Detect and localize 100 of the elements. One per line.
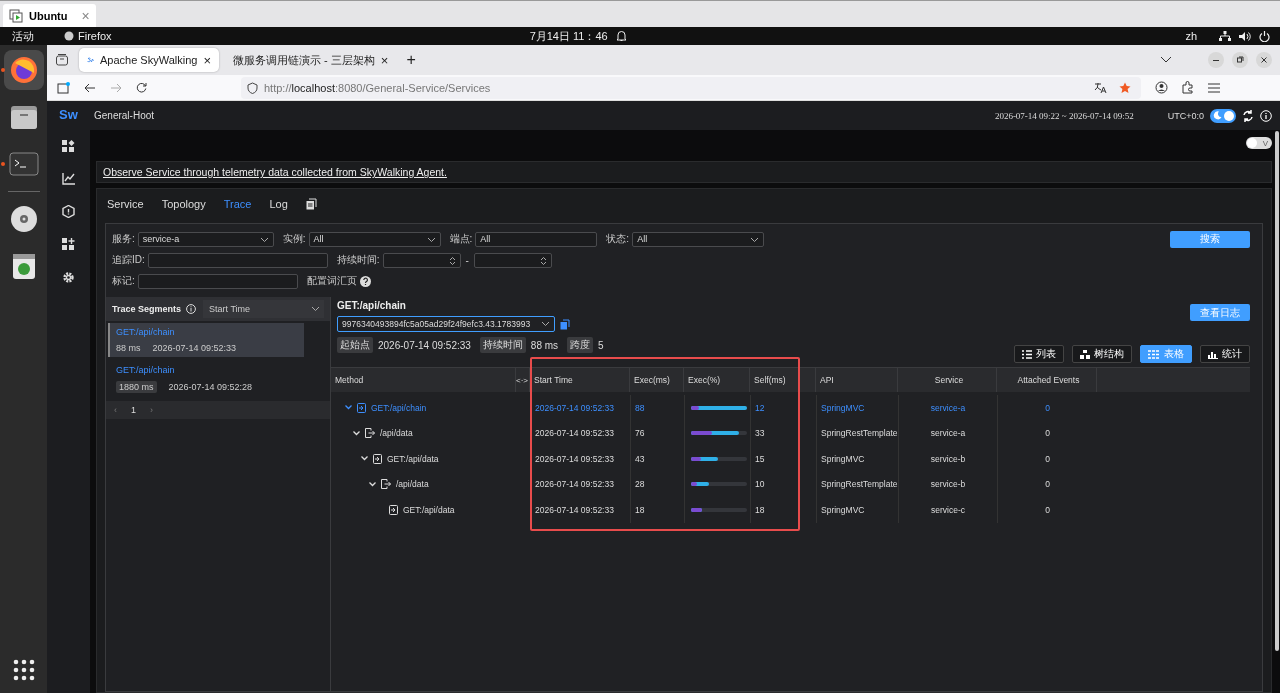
close-button[interactable] xyxy=(1256,52,1272,68)
clock[interactable]: 7月14日 11：46 xyxy=(529,28,608,44)
chevron-down-icon[interactable] xyxy=(1160,56,1172,64)
banner-text[interactable]: Observe Service through telemetry data collected from SkyWalking Agent. xyxy=(103,166,447,178)
sort-select[interactable]: Start Time xyxy=(203,300,324,318)
table-cell: 0 xyxy=(997,471,1097,497)
settings-icon[interactable] xyxy=(62,271,75,284)
menu-icon[interactable] xyxy=(1208,82,1220,93)
segment-item[interactable]: GET:/api/chain 1880 ms 2026-07-14 09:52:28 xyxy=(108,361,304,397)
widgets-icon[interactable] xyxy=(62,238,75,251)
back-icon[interactable] xyxy=(84,82,96,93)
network-icon[interactable] xyxy=(1219,30,1231,42)
star-icon[interactable] xyxy=(1119,81,1131,94)
span-row[interactable]: GET:/api/data 2026-07-14 09:52:33 43 15 SpringMVC service-b 0 xyxy=(331,446,1250,472)
segment-endpoint: GET:/api/chain xyxy=(116,327,176,337)
dashboard-icon[interactable] xyxy=(62,140,75,153)
close-icon[interactable]: × xyxy=(203,52,211,68)
browser-tab[interactable]: Apache SkyWalking × xyxy=(79,48,219,72)
chevron-down-icon[interactable] xyxy=(345,405,352,411)
span-row[interactable]: /api/data 2026-07-14 09:52:33 76 33 SpringRestTemplate service-a 0 xyxy=(331,420,1250,446)
tab-overview-icon[interactable] xyxy=(55,53,69,67)
resize-handle[interactable]: <·> xyxy=(516,368,530,392)
power-icon[interactable] xyxy=(1259,30,1270,42)
close-icon[interactable]: × xyxy=(380,52,389,68)
info-icon[interactable] xyxy=(186,304,197,314)
refresh-icon[interactable] xyxy=(1242,109,1254,122)
address-bar[interactable]: http://localhost:8080/General-Service/Services xyxy=(241,76,1141,99)
volume-icon[interactable] xyxy=(1239,30,1251,42)
column-header: Exec(ms) xyxy=(630,368,684,392)
min-duration-field[interactable] xyxy=(382,252,461,268)
dock-item[interactable] xyxy=(3,50,44,90)
skywalking-logo[interactable]: Sw xyxy=(59,107,78,122)
filter-select[interactable]: All xyxy=(632,231,765,247)
tab[interactable]: Log xyxy=(269,198,288,210)
span-row[interactable]: /api/data 2026-07-14 09:52:33 28 10 SpringRestTemplate service-b 0 xyxy=(331,471,1250,497)
meta-label: 持续时间 xyxy=(479,337,526,353)
trace-id-select[interactable]: 9976340493894fc5a05ad29f24f9efc3.43.1783993 xyxy=(337,316,555,332)
span-row[interactable]: GET:/api/data 2026-07-14 09:52:33 18 18 SpringMVC service-c 0 xyxy=(331,497,1250,523)
table-cell: 2026-07-14 09:52:33 xyxy=(530,471,630,497)
filter-label: 实例: xyxy=(282,232,306,246)
filter-input[interactable]: All xyxy=(475,231,598,247)
filter-select[interactable]: service-a xyxy=(137,231,274,247)
help-icon[interactable] xyxy=(359,275,371,287)
tab[interactable]: Topology xyxy=(161,198,206,210)
segment-item[interactable]: GET:/api/chain 88 ms 2026-07-14 09:52:33 xyxy=(108,323,304,357)
filter-label: 持续时间: xyxy=(336,253,380,267)
filter-select[interactable]: All xyxy=(308,231,441,247)
language-indicator[interactable]: zh xyxy=(1185,30,1197,42)
version-toggle[interactable]: V xyxy=(1246,137,1272,149)
tags-field[interactable] xyxy=(137,273,298,289)
spinner-arrows-icon[interactable] xyxy=(448,255,456,266)
caret-icon xyxy=(259,236,269,243)
view-button[interactable]: 列表 xyxy=(1014,345,1064,363)
table-cell: SpringMVC xyxy=(816,446,898,472)
minimize-button[interactable] xyxy=(1208,52,1224,68)
vm-tab-title: Ubuntu xyxy=(29,9,68,22)
close-icon[interactable]: × xyxy=(81,7,90,24)
extensions-icon[interactable] xyxy=(1182,81,1194,94)
reload-icon[interactable] xyxy=(136,82,147,93)
restore-button[interactable] xyxy=(1232,52,1248,68)
table-cell: service-a xyxy=(898,420,997,446)
time-range-picker[interactable]: 2026-07-14 09:22 ~ 2026-07-14 09:52 xyxy=(994,110,1134,121)
theme-switch[interactable] xyxy=(1210,108,1236,123)
translate-icon[interactable] xyxy=(1094,81,1107,94)
chart-icon[interactable] xyxy=(62,173,75,185)
view-button[interactable]: 树结构 xyxy=(1072,345,1132,363)
new-tab-button[interactable]: + xyxy=(406,51,416,69)
exec-bar xyxy=(691,456,747,461)
vm-icon xyxy=(9,8,23,23)
app-menu[interactable]: Firefox xyxy=(78,30,112,42)
page-number[interactable]: 1 xyxy=(131,405,136,415)
exit-span-icon xyxy=(365,428,375,439)
spinner-arrows-icon[interactable] xyxy=(539,255,547,266)
vm-tab[interactable]: Ubuntu × xyxy=(3,4,96,27)
activities-button[interactable]: 活动 xyxy=(12,28,34,44)
copy-icon[interactable] xyxy=(560,318,570,330)
browser-tab[interactable]: 微服务调用链演示 - 三层架构 × xyxy=(225,48,397,72)
filter-label: 端点: xyxy=(449,232,473,246)
sidebar-icon[interactable] xyxy=(57,81,70,94)
caret-icon xyxy=(426,236,436,243)
account-icon[interactable] xyxy=(1155,81,1168,94)
table-cell: 2026-07-14 09:52:33 xyxy=(530,420,630,446)
caret-icon xyxy=(750,236,760,243)
table-cell: 0 xyxy=(997,395,1097,421)
trace-id-field[interactable] xyxy=(147,252,328,268)
bell-icon xyxy=(615,30,627,42)
apps-grid-icon[interactable] xyxy=(12,659,35,681)
terminal-icon xyxy=(8,149,39,179)
exit-span-icon xyxy=(381,479,391,490)
span-row[interactable]: GET:/api/chain 2026-07-14 09:52:33 88 12 SpringMVC service-a 0 xyxy=(331,395,1250,421)
table-cell: service-c xyxy=(898,497,997,523)
tab[interactable]: Service xyxy=(107,198,144,210)
max-duration-field[interactable] xyxy=(473,252,552,268)
view-button[interactable]: 统计 xyxy=(1200,345,1250,363)
copy-icon[interactable] xyxy=(305,198,317,210)
tags-help-link[interactable]: 配置词汇页 xyxy=(306,274,357,288)
shield-icon xyxy=(247,81,258,94)
disc-icon xyxy=(8,204,39,234)
tab[interactable]: Trace xyxy=(223,198,252,210)
alert-icon[interactable] xyxy=(62,205,75,218)
